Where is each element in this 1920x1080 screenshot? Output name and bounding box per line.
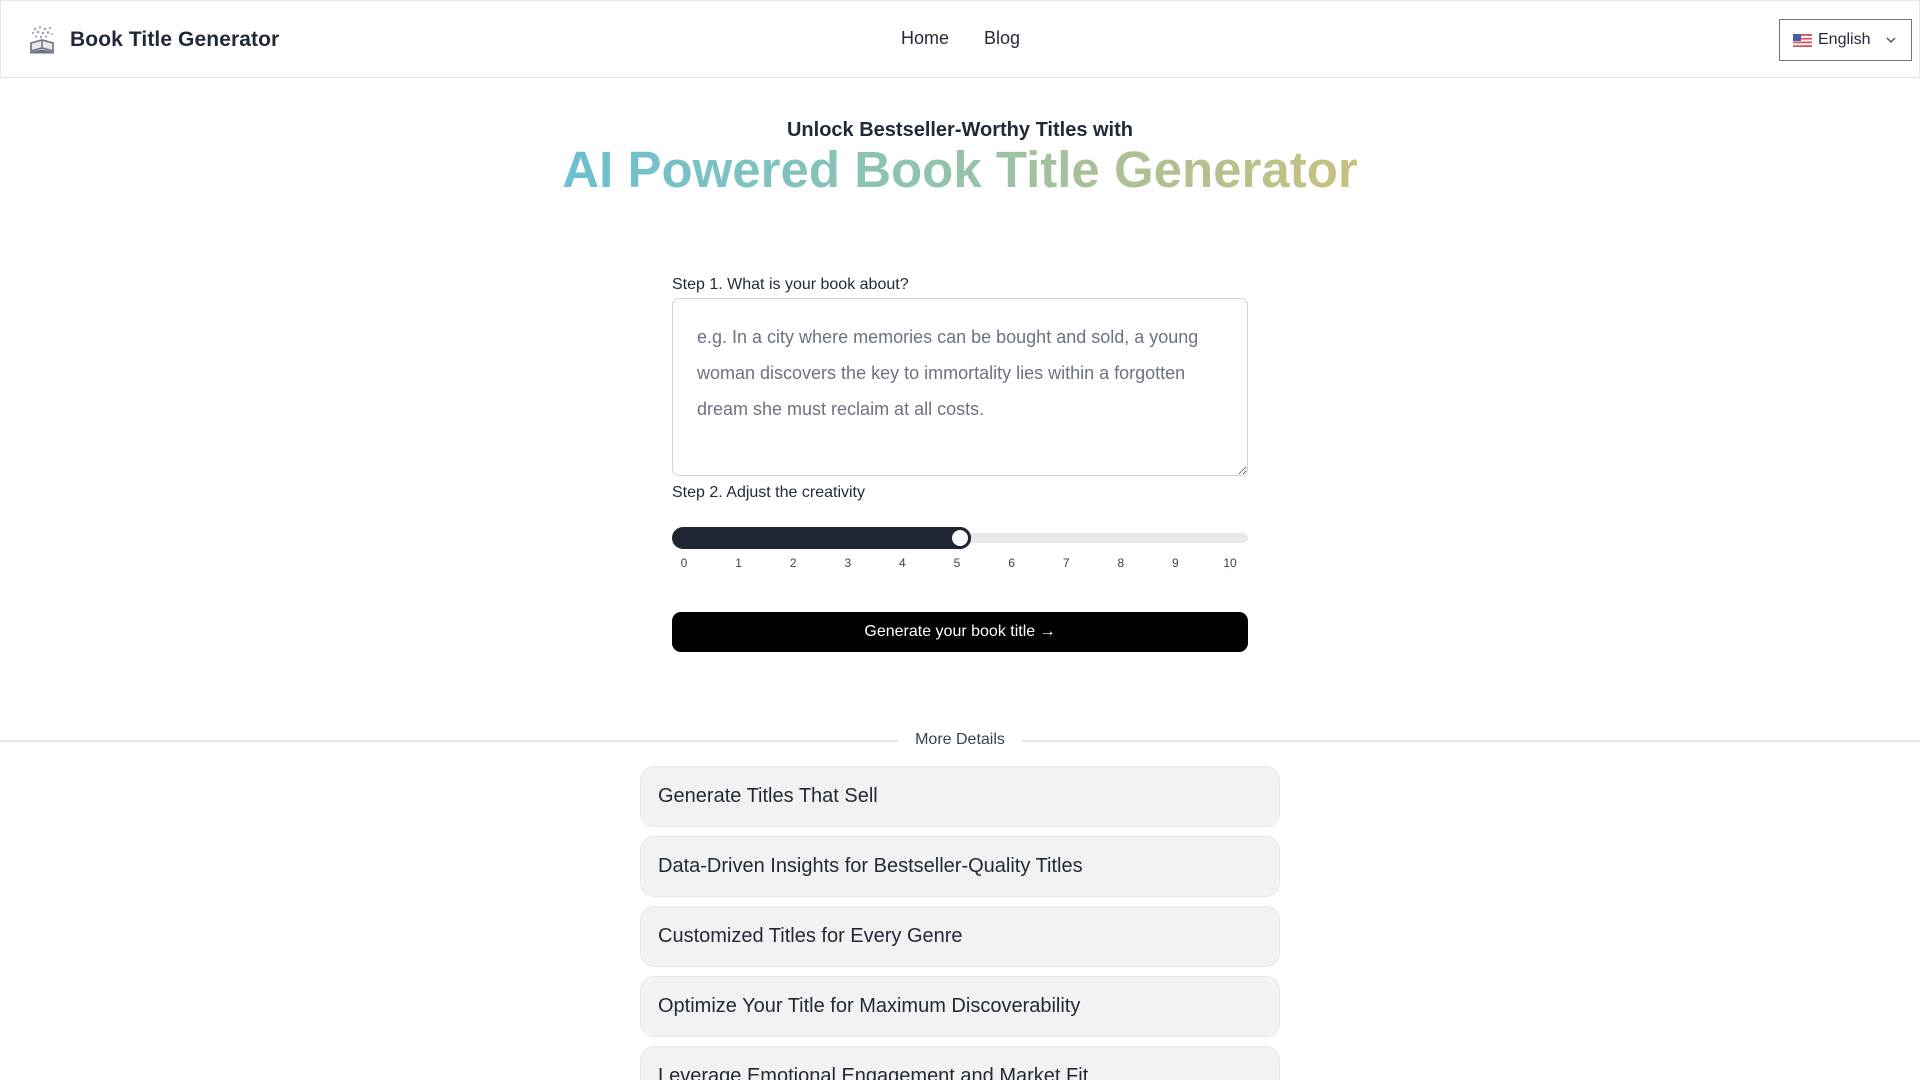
language-selected: English — [1818, 31, 1871, 48]
site-header: Book Title Generator Home Blog English — [0, 0, 1920, 78]
title-generator-form: Step 1. What is your book about? Step 2.… — [672, 276, 1248, 652]
brand-link[interactable]: Book Title Generator — [28, 25, 279, 55]
more-details-label: More Details — [898, 731, 1022, 749]
book-description-input[interactable] — [672, 298, 1248, 476]
slider-tick-labels: 0 1 2 3 4 5 6 7 8 9 10 — [672, 556, 1248, 572]
slider-tick-label: 8 — [1117, 556, 1125, 570]
accordion-item[interactable]: Data-Driven Insights for Bestseller-Qual… — [640, 836, 1280, 897]
slider-fill — [672, 527, 971, 549]
generate-title-button[interactable]: Generate your book title → — [672, 612, 1248, 652]
slider-thumb[interactable] — [949, 527, 971, 549]
accordion-item[interactable]: Optimize Your Title for Maximum Discover… — [640, 976, 1280, 1037]
slider-tick-label: 5 — [953, 556, 961, 570]
slider-tick-label: 9 — [1172, 556, 1179, 570]
open-book-icon — [28, 25, 56, 55]
slider-tick-label: 6 — [1008, 556, 1015, 570]
details-accordion: Generate Titles That Sell Data-Driven In… — [640, 766, 1280, 1080]
nav-home-link[interactable]: Home — [901, 28, 949, 49]
brand-name: Book Title Generator — [70, 28, 280, 51]
slider-tick-label: 4 — [899, 556, 906, 570]
slider-tick-label: 3 — [844, 556, 852, 570]
slider-tick-label: 1 — [735, 556, 742, 570]
hero-title: AI Powered Book Title Generator — [0, 137, 1920, 203]
nav-blog-link[interactable]: Blog — [984, 28, 1020, 49]
accordion-item[interactable]: Generate Titles That Sell — [640, 766, 1280, 827]
accordion-item[interactable]: Leverage Emotional Engagement and Market… — [640, 1046, 1280, 1080]
slider-tick-label: 2 — [789, 556, 797, 570]
us-flag-icon — [1793, 33, 1812, 47]
step2-label: Step 2. Adjust the creativity — [672, 484, 865, 501]
slider-tick-label: 0 — [680, 556, 688, 570]
slider-tick-label: 10 — [1223, 556, 1237, 570]
creativity-slider[interactable] — [672, 526, 1248, 550]
chevron-down-icon — [1885, 33, 1897, 45]
hero-title-text: AI Powered Book Title Generator — [562, 141, 1358, 198]
main-nav: Home Blog — [901, 28, 1020, 49]
language-select[interactable]: English — [1779, 19, 1912, 61]
accordion-item[interactable]: Customized Titles for Every Genre — [640, 906, 1280, 967]
step1-label: Step 1. What is your book about? — [672, 276, 909, 293]
slider-tick-label: 7 — [1062, 556, 1070, 570]
